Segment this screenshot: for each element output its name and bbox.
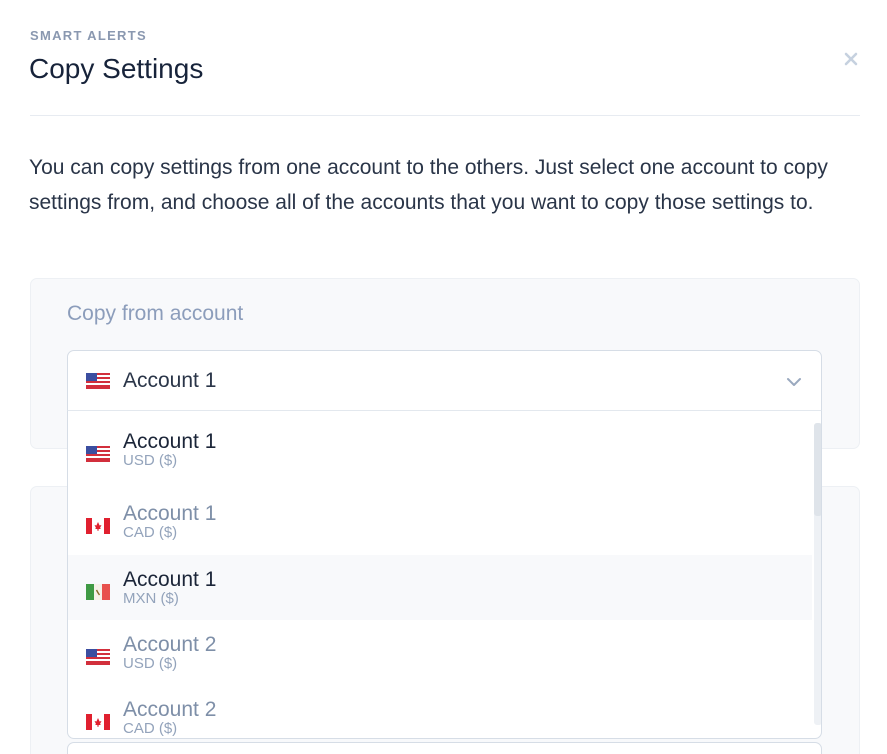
close-button[interactable] <box>840 48 862 70</box>
option-name: Account 2 <box>123 632 217 656</box>
option-currency: USD ($) <box>123 451 178 469</box>
selected-account: Account 1 <box>123 368 217 392</box>
option-currency: CAD ($) <box>123 523 178 541</box>
close-icon <box>844 52 858 66</box>
ca-flag-icon <box>86 713 110 730</box>
scrollbar-thumb[interactable] <box>814 423 821 516</box>
copy-from-label: Copy from account <box>67 302 244 325</box>
header-divider <box>30 115 860 116</box>
option-name: Account 1 <box>123 567 217 591</box>
modal-eyebrow: SMART ALERTS <box>30 28 147 43</box>
account-option[interactable]: Account 1 MXN ($) <box>68 555 812 620</box>
account-dropdown[interactable]: Account 1 USD ($) Account 1 CAD ($) Acco… <box>67 410 822 739</box>
copy-to-select[interactable] <box>67 742 822 754</box>
us-flag-icon <box>86 372 110 389</box>
dropdown-scrollbar[interactable] <box>814 423 821 725</box>
option-currency: USD ($) <box>123 654 178 672</box>
chevron-down-icon[interactable] <box>785 373 803 391</box>
option-name: Account 2 <box>123 697 217 721</box>
us-flag-icon <box>86 445 110 462</box>
option-name: Account 1 <box>123 429 217 453</box>
option-currency: CAD ($) <box>123 719 178 737</box>
option-name: Account 1 <box>123 501 217 525</box>
us-flag-icon <box>86 648 110 665</box>
account-option[interactable]: Account 1 USD ($) <box>68 417 812 482</box>
copy-from-select[interactable]: Account 1 <box>67 350 822 411</box>
account-option[interactable]: Account 2 CAD ($) <box>68 685 812 738</box>
intro-text: You can copy settings from one account t… <box>29 156 828 214</box>
option-currency: MXN ($) <box>123 589 179 607</box>
account-option[interactable]: Account 1 CAD ($) <box>68 489 812 554</box>
mx-flag-icon <box>86 583 110 600</box>
ca-flag-icon <box>86 517 110 534</box>
account-option[interactable]: Account 2 USD ($) <box>68 620 812 685</box>
modal-title: Copy Settings <box>29 53 204 84</box>
